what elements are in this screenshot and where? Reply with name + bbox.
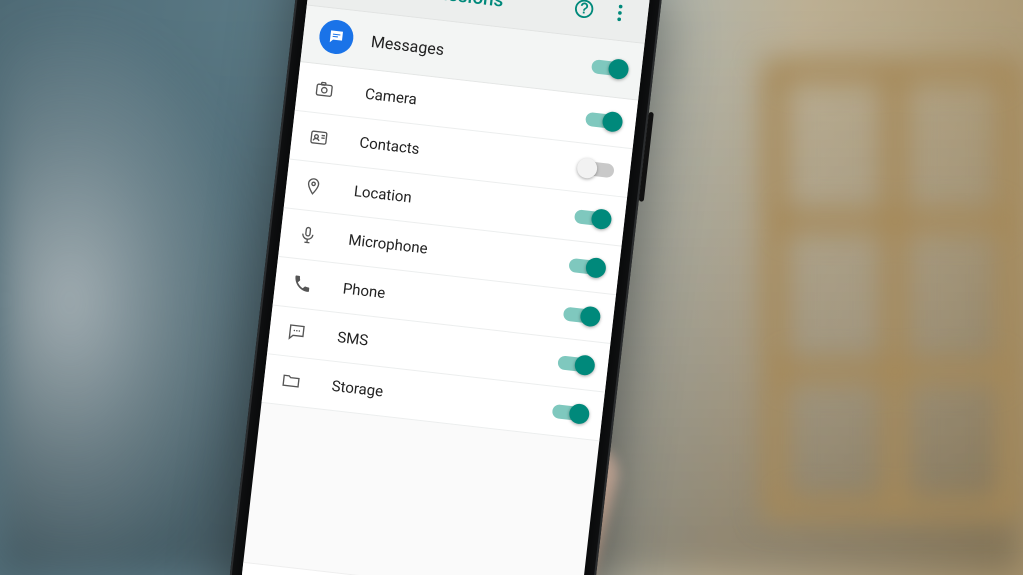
phone-screen: 14:36 App permissions	[238, 0, 653, 575]
help-icon	[572, 0, 596, 21]
messages-app-icon	[318, 18, 356, 56]
permission-label: Microphone	[347, 231, 570, 274]
help-button[interactable]	[564, 0, 604, 29]
chat-bubble-icon	[326, 27, 346, 47]
toggle-sms[interactable]	[557, 355, 592, 373]
storage-icon	[279, 369, 303, 393]
phone-frame: 14:36 App permissions	[225, 0, 667, 575]
camera-icon	[312, 77, 336, 101]
toggle-microphone[interactable]	[568, 258, 603, 276]
permission-label: Storage	[331, 377, 554, 420]
app-name: Messages	[370, 32, 593, 76]
overflow-menu-button[interactable]	[600, 0, 640, 33]
phone-icon	[290, 272, 314, 296]
toggle-contacts[interactable]	[579, 160, 614, 178]
toggle-camera[interactable]	[585, 112, 620, 130]
contacts-icon	[307, 125, 331, 149]
more-vert-icon	[608, 1, 632, 25]
permission-label: Contacts	[359, 133, 582, 176]
app-master-toggle[interactable]	[591, 59, 626, 77]
permission-label: Location	[353, 182, 576, 225]
photo-background: 14:36 App permissions	[0, 0, 1023, 575]
toggle-location[interactable]	[574, 209, 609, 227]
permission-label: Camera	[364, 85, 587, 128]
sms-icon	[284, 320, 308, 344]
background-shelf	[763, 60, 1023, 520]
nav-back-button[interactable]	[275, 569, 319, 575]
permissions-list: Camera Contacts Locati	[261, 62, 638, 441]
toggle-phone[interactable]	[563, 307, 598, 325]
microphone-icon	[296, 223, 320, 247]
location-icon	[301, 174, 325, 198]
permission-label: SMS	[336, 328, 559, 371]
back-button[interactable]	[318, 0, 358, 1]
permission-label: Phone	[342, 279, 565, 322]
phone: 14:36 App permissions	[225, 0, 667, 575]
navigation-bar	[238, 562, 581, 575]
toggle-storage[interactable]	[552, 404, 587, 422]
